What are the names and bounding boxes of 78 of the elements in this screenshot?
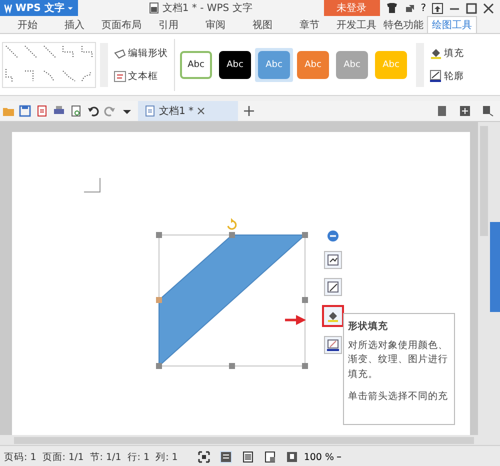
status-item: 行: 1 (127, 450, 150, 464)
tooltip-hint: 单击箭头选择不同的充 (348, 390, 449, 404)
status-item: 页码: 1 (4, 450, 36, 464)
add-icon[interactable] (243, 105, 255, 117)
outline-pen-icon (327, 339, 339, 351)
export-pdf-icon[interactable] (36, 105, 48, 117)
horizontal-scrollbar[interactable] (0, 435, 500, 445)
ribbon-tab[interactable]: 开发工具 (333, 16, 380, 33)
adjust-handle[interactable] (156, 297, 162, 303)
app-menu-button[interactable]: WPS 文字 (0, 0, 78, 16)
shirt-icon[interactable] (386, 2, 398, 14)
resize-handle[interactable] (156, 232, 162, 238)
layout-options-icon (327, 254, 339, 266)
ribbon-tab[interactable]: 页面布局 (98, 16, 145, 33)
status-item: 页面: 1/1 (42, 450, 84, 464)
ribbon-tab[interactable]: 审阅 (192, 16, 239, 33)
ribbon-tab[interactable]: 特色功能 (380, 16, 427, 33)
paint-bucket-icon (430, 47, 442, 59)
vertical-scrollbar[interactable] (478, 122, 490, 435)
upload-icon[interactable] (432, 2, 443, 14)
status-item: 列: 1 (156, 450, 178, 464)
page-view-icon[interactable] (220, 451, 232, 463)
paint-bucket-icon (327, 310, 339, 322)
collapse-icon[interactable] (327, 230, 339, 242)
print-preview-icon[interactable] (70, 105, 82, 117)
logo-icon (4, 2, 12, 14)
outline-view-icon[interactable] (242, 451, 254, 463)
fullscreen-icon[interactable] (198, 451, 210, 463)
edit-shape-icon (327, 281, 339, 293)
shape-fill-button[interactable] (322, 305, 344, 327)
caret-icon (67, 6, 74, 10)
close-icon[interactable] (196, 107, 205, 115)
page-corner-mark (84, 178, 101, 193)
fill-button[interactable]: 填充 (430, 46, 464, 60)
side-panel-toggle[interactable] (490, 222, 500, 312)
grid-icon[interactable] (459, 105, 471, 117)
zoom-level-button[interactable]: 100 % (304, 452, 342, 462)
window-title: 文档1 * - WPS 文字 (162, 2, 252, 15)
ribbon-tab[interactable]: 绘图工具 (427, 16, 477, 33)
resize-handle[interactable] (229, 363, 235, 369)
document-icon (144, 105, 156, 117)
print-icon[interactable] (53, 105, 65, 117)
text-box-icon (114, 70, 126, 82)
shape-outline-button[interactable] (324, 336, 342, 354)
outline-pen-icon (430, 70, 442, 82)
redo-icon[interactable] (104, 105, 116, 117)
outline-button[interactable]: 轮廓 (430, 70, 464, 82)
pointer-arrow-icon (285, 315, 306, 325)
tooltip-title: 形状填充 (348, 320, 389, 333)
help-button[interactable]: ? (420, 2, 426, 14)
zoom-out-icon (336, 454, 342, 460)
ribbon-tab[interactable]: 视图 (239, 16, 286, 33)
ribbon-tab[interactable]: 开始 (4, 16, 51, 33)
save-icon[interactable] (19, 105, 31, 117)
status-item: 节: 1/1 (90, 450, 122, 464)
document-tab[interactable]: 文档1 * (138, 101, 238, 121)
edit-shape-button[interactable]: 编辑形状 (114, 46, 168, 60)
shape-style-preset[interactable]: Abc (219, 50, 251, 78)
resize-handle[interactable] (156, 363, 162, 369)
close-icon[interactable] (483, 2, 494, 14)
text-box-button[interactable]: 文本框 (114, 70, 168, 82)
resize-handle[interactable] (229, 232, 235, 238)
undo-icon[interactable] (87, 105, 99, 117)
edit-shape-button[interactable] (324, 278, 342, 296)
edit-shape-icon (114, 48, 126, 58)
resize-handle[interactable] (302, 297, 308, 303)
ribbon-tab[interactable]: 章节 (286, 16, 333, 33)
resize-handle[interactable] (302, 232, 308, 238)
web-view-icon[interactable] (264, 451, 276, 463)
eye-protection-icon[interactable] (286, 451, 298, 463)
shape-style-preset[interactable]: Abc (180, 50, 212, 78)
ribbon-tab[interactable]: 引用 (145, 16, 192, 33)
layout-options-button[interactable] (324, 251, 342, 269)
ribbon-tab[interactable]: 插入 (51, 16, 98, 33)
resize-handle[interactable] (302, 363, 308, 369)
maximize-icon[interactable] (466, 2, 477, 14)
rotation-handle-icon[interactable] (227, 218, 237, 230)
tooltip-description: 对所选对象使用颜色、渐变、纹理、图片进行填充。 (348, 339, 449, 382)
